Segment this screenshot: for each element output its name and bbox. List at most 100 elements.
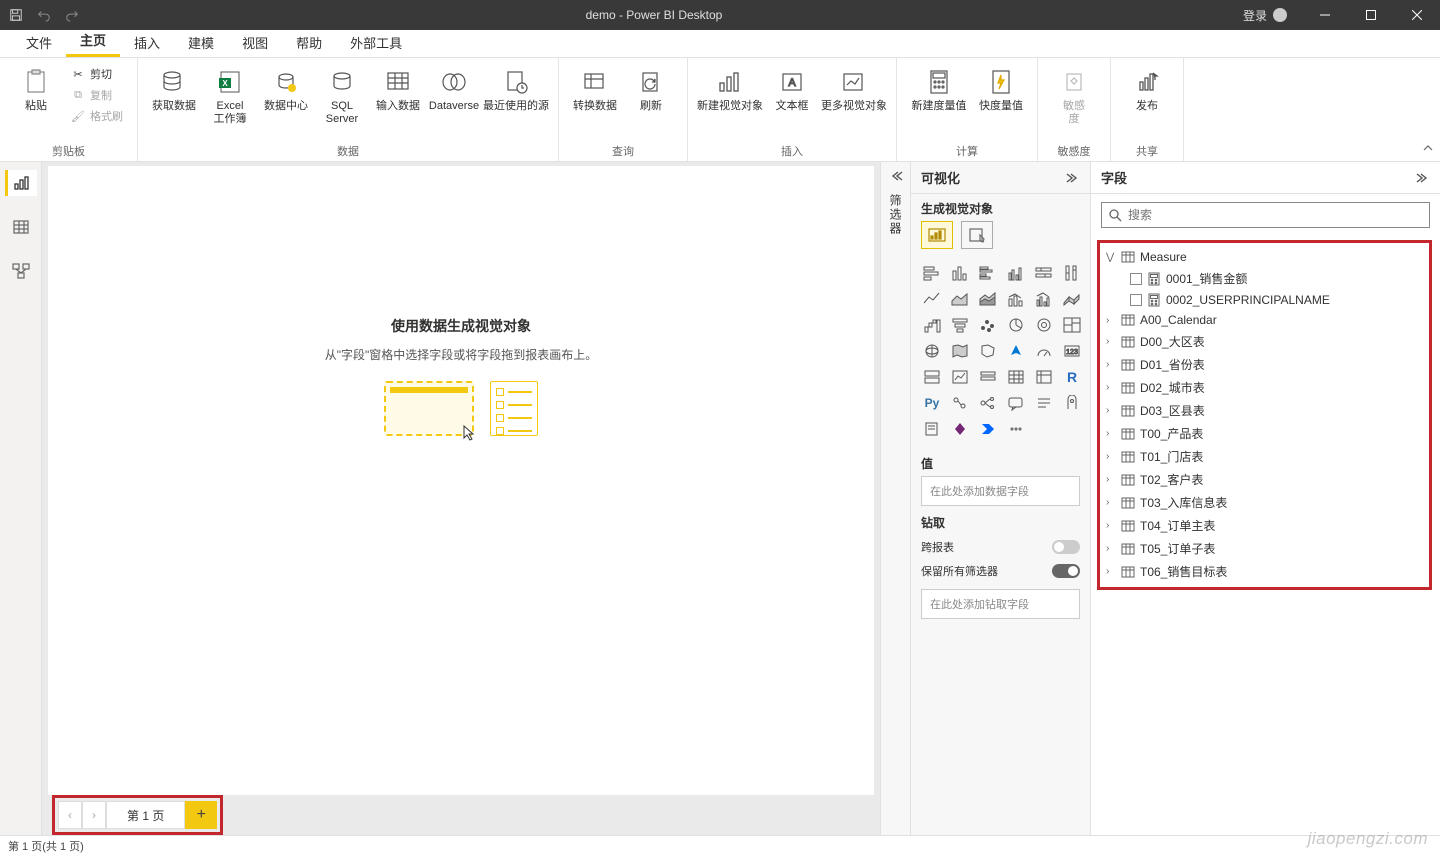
table-row[interactable]: ›T03_入库信息表 [1102,491,1427,514]
measure-button[interactable]: 新建度量值 [905,62,973,113]
newviz-button[interactable]: 新建视觉对象 [696,62,764,113]
page-next[interactable]: › [82,801,106,829]
values-drop[interactable]: 在此处添加数据字段 [921,476,1080,506]
table-row[interactable]: ›T06_销售目标表 [1102,560,1427,583]
viz-paginated[interactable] [919,417,945,441]
viz-qna[interactable] [1003,391,1029,415]
viz-clustered-bar[interactable] [975,261,1001,285]
viz-donut[interactable] [1031,313,1057,337]
viz-line-stacked[interactable] [1003,287,1029,311]
getdata-button[interactable]: 获取数据 [146,62,202,113]
viz-kpi[interactable] [947,365,973,389]
table-row[interactable]: ›T02_客户表 [1102,468,1427,491]
viz-ribbon[interactable] [1059,287,1085,311]
transform-button[interactable]: 转换数据 [567,62,623,113]
viz-r[interactable]: R [1059,365,1085,389]
cut-button[interactable]: ✂剪切 [64,64,129,84]
viz-collapse[interactable] [1066,172,1080,184]
enterdata-button[interactable]: 输入数据 [370,62,426,113]
field-row[interactable]: 0001_销售金额 [1102,267,1427,290]
tab-model[interactable]: 建模 [174,28,228,57]
filters-label[interactable]: 筛选器 [887,190,904,236]
fields-search[interactable] [1101,202,1430,228]
sensitivity-button[interactable]: 敏感 度 [1046,62,1102,126]
data-view-button[interactable] [5,214,37,240]
viz-slicer[interactable] [975,365,1001,389]
table-row[interactable]: ›D02_城市表 [1102,376,1427,399]
page-tab-1[interactable]: 第 1 页 [106,801,185,829]
dataverse-button[interactable]: Dataverse [426,62,482,113]
viz-waterfall[interactable] [919,313,945,337]
filters-expand[interactable] [889,170,903,182]
viz-matrix[interactable] [1031,365,1057,389]
table-row[interactable]: ›T01_门店表 [1102,445,1427,468]
viz-map[interactable] [919,339,945,363]
tab-external[interactable]: 外部工具 [336,28,416,57]
table-row[interactable]: ›T05_订单子表 [1102,537,1427,560]
viz-area[interactable] [947,287,973,311]
copy-button[interactable]: ⧉复制 [64,85,129,105]
save-icon[interactable] [8,7,24,23]
minimize-button[interactable] [1302,0,1348,30]
drill-drop[interactable]: 在此处添加钻取字段 [921,589,1080,619]
viz-funnel[interactable] [947,313,973,337]
moreviz-button[interactable]: 更多视觉对象 [820,62,888,113]
viz-stacked-area[interactable] [975,287,1001,311]
viz-stacked-column[interactable] [947,261,973,285]
viz-key-influencers[interactable] [947,391,973,415]
field-row[interactable]: 0002_USERPRINCIPALNAME [1102,290,1427,310]
refresh-button[interactable]: 刷新 [623,62,679,113]
table-row[interactable]: ⋁Measure [1102,247,1427,267]
recent-button[interactable]: 最近使用的源 [482,62,550,113]
keep-filters-toggle[interactable] [1052,564,1080,578]
search-input[interactable] [1128,208,1423,222]
quick-button[interactable]: 快度量值 [973,62,1029,113]
tab-insert[interactable]: 插入 [120,28,174,57]
viz-smart-narrative[interactable] [1031,391,1057,415]
viz-scatter[interactable] [975,313,1001,337]
viz-100-bar[interactable] [1031,261,1057,285]
format-painter-button[interactable]: 🖌格式刷 [64,106,129,126]
viz-azure-map[interactable] [1003,339,1029,363]
fields-collapse[interactable] [1416,172,1430,184]
page-prev[interactable]: ‹ [58,801,82,829]
viz-table[interactable] [1003,365,1029,389]
viz-get-more[interactable] [1003,417,1029,441]
viz-py[interactable]: Py [919,391,945,415]
viz-goals[interactable] [1059,391,1085,415]
close-button[interactable] [1394,0,1440,30]
ribbon-collapse[interactable] [1422,143,1434,155]
table-row[interactable]: ›T00_产品表 [1102,422,1427,445]
excel-button[interactable]: XExcel 工作簿 [202,62,258,126]
viz-clustered-column[interactable] [1003,261,1029,285]
tab-help[interactable]: 帮助 [282,28,336,57]
viz-card[interactable]: 123 [1059,339,1085,363]
model-view-button[interactable] [5,258,37,284]
table-row[interactable]: ›D03_区县表 [1102,399,1427,422]
report-view-button[interactable] [5,170,37,196]
viz-100-column[interactable] [1059,261,1085,285]
viz-powerapps[interactable] [947,417,973,441]
report-canvas[interactable]: 使用数据生成视觉对象 从"字段"窗格中选择字段或将字段拖到报表画布上。 [48,166,874,795]
publish-button[interactable]: 发布 [1119,62,1175,113]
viz-treemap[interactable] [1059,313,1085,337]
maximize-button[interactable] [1348,0,1394,30]
tab-view[interactable]: 视图 [228,28,282,57]
sql-button[interactable]: SQL Server [314,62,370,126]
viz-powerautomate[interactable] [975,417,1001,441]
format-visual-mode[interactable] [961,221,993,249]
redo-icon[interactable] [64,7,80,23]
viz-stacked-bar[interactable] [919,261,945,285]
viz-decomposition[interactable] [975,391,1001,415]
table-row[interactable]: ›A00_Calendar [1102,310,1427,330]
table-row[interactable]: ›D01_省份表 [1102,353,1427,376]
viz-filled-map[interactable] [947,339,973,363]
cross-report-toggle[interactable] [1052,540,1080,554]
table-row[interactable]: ›D00_大区表 [1102,330,1427,353]
viz-gauge[interactable] [1031,339,1057,363]
viz-pie[interactable] [1003,313,1029,337]
undo-icon[interactable] [36,7,52,23]
textbox-button[interactable]: A文本框 [764,62,820,113]
paste-button[interactable]: 粘贴 [8,62,64,113]
tab-file[interactable]: 文件 [12,28,66,57]
